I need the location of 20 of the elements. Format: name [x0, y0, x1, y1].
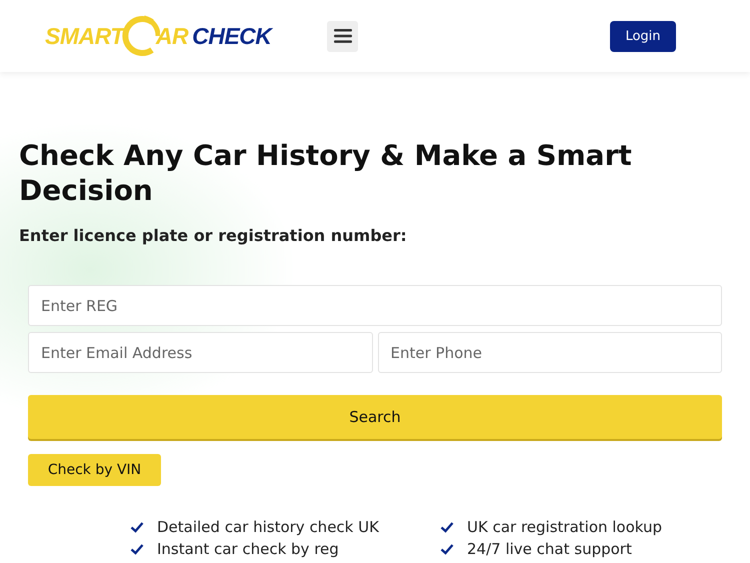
- feature-text: 24/7 live chat support: [467, 540, 632, 558]
- logo-text: CHECK: [192, 22, 272, 50]
- hero-subtitle: Enter licence plate or registration number:: [19, 226, 408, 245]
- search-button[interactable]: Search: [28, 395, 722, 439]
- feature-text: UK car registration lookup: [467, 518, 662, 536]
- check-icon: [440, 521, 454, 533]
- phone-field[interactable]: Enter Phone: [378, 332, 722, 373]
- check-icon: [440, 543, 454, 555]
- hero-title: Check Any Car History & Make a Smart Decision: [19, 138, 633, 208]
- reg-field[interactable]: Enter REG: [28, 285, 722, 326]
- login-button[interactable]: Login: [610, 20, 676, 52]
- menu-icon: [334, 29, 352, 43]
- check-icon: [130, 543, 144, 555]
- email-field[interactable]: Enter Email Address: [28, 332, 372, 373]
- menu-button[interactable]: [327, 20, 358, 52]
- check-by-vin-button[interactable]: Check by VIN: [28, 454, 161, 486]
- feature-text: Instant car check by reg: [157, 540, 339, 558]
- check-icon: [130, 521, 144, 533]
- feature-text: Detailed car history check UK: [157, 518, 379, 536]
- logo-text: AR: [156, 22, 188, 50]
